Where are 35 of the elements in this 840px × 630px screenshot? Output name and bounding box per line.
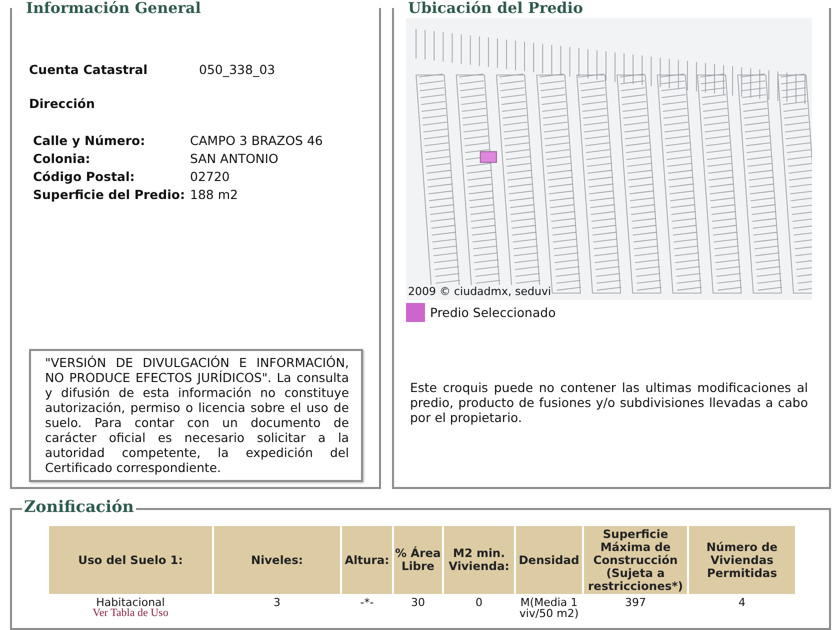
map-note: Este croquis puede no contener las ultimas modificaciones al predio, producto de fusiones y/o subdivisiones llevadas a cabo por el propietario.	[409, 380, 809, 425]
section-heading: Dirección	[29, 96, 96, 111]
table-cell-text: M(Media 1 viv/50 m2)	[518, 597, 580, 619]
table-cell-text: -*-	[359, 597, 375, 608]
section-title: Zonificación	[22, 499, 136, 515]
table-cell-text: 4	[738, 597, 746, 608]
column-header: Altura:	[342, 526, 392, 594]
table-cell-text: 30	[410, 597, 426, 608]
table-cell-text: 0	[474, 597, 484, 608]
field-label: Colonia:	[33, 151, 92, 166]
field-label: Cuenta Catastral	[29, 62, 149, 77]
field-value: 050_338_03	[199, 62, 276, 77]
map-credit: 2009 © ciudadmx, seduvi	[408, 285, 552, 298]
disclaimer-notice: "VERSIÓN DE DIVULGACIÓN E INFORMACIÓN, NO PRODUCE EFECTOS JURÍDICOS". La consulta y difusión de esta información no constituye autorización, permiso o licencia sobre el uso de suelo. Para contar con un documento de carácter oficial es necesario solicitar a la autoridad competente, la expedición del Certificado correspondiente.	[29, 349, 363, 482]
table-cell-text: 3	[272, 597, 282, 608]
table-link[interactable]: Ver Tabla de Uso	[50, 608, 211, 619]
column-header: % Área Libre	[394, 526, 442, 594]
column-header: Número de Viviendas Permitidas	[689, 526, 795, 594]
section-title: Información General	[24, 0, 203, 16]
column-header: Superficie Máxima de Construcción (Sujeta a restricciones*)	[584, 526, 687, 594]
field-label: Código Postal:	[33, 169, 136, 184]
legend-label: Predio Seleccionado	[430, 305, 556, 320]
column-header: M2 min. Vivienda:	[444, 526, 514, 594]
column-header: Niveles:	[214, 526, 340, 594]
table-cell-text: 397	[624, 597, 647, 608]
field-value: 02720	[190, 169, 231, 184]
field-value: 188 m2	[190, 187, 239, 202]
section-title: Ubicación del Predio	[406, 0, 585, 16]
field-value: SAN ANTONIO	[190, 151, 280, 166]
column-header: Uso del Suelo 1:	[49, 526, 212, 594]
field-label: Calle y Número:	[33, 133, 146, 148]
column-header: Densidad	[516, 526, 582, 594]
field-value: CAMPO 3 BRAZOS 46	[190, 133, 324, 148]
table-cell-text: Habitacional	[96, 597, 165, 608]
field-label: Superficie del Predio:	[33, 187, 186, 202]
